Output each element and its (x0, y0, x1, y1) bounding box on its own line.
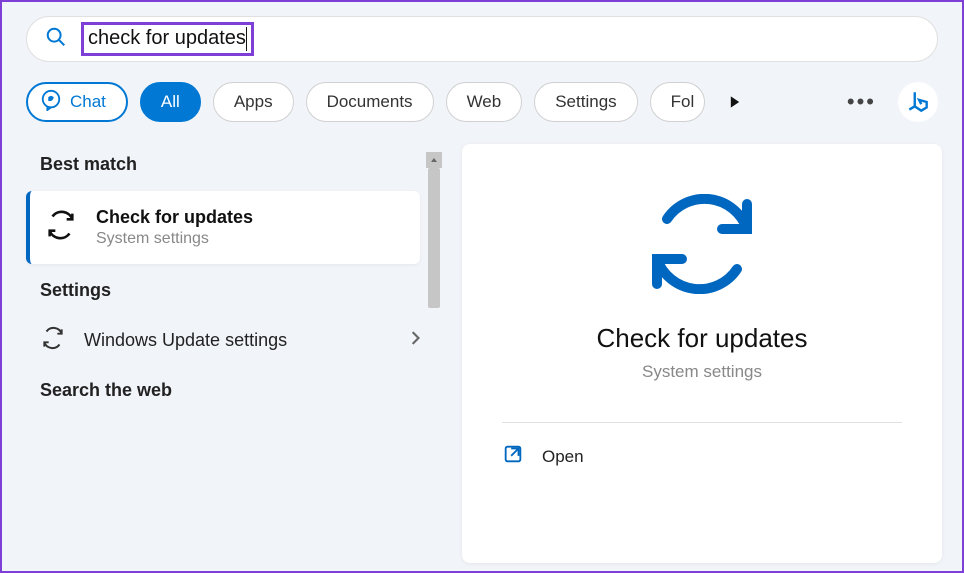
best-match-subtitle: System settings (96, 230, 253, 248)
search-bar[interactable]: check for updates (26, 16, 938, 62)
section-search-web: Search the web (2, 370, 442, 411)
detail-subtitle: System settings (642, 362, 762, 382)
detail-pane: Check for updates System settings Open (462, 144, 942, 563)
filter-apps[interactable]: Apps (213, 82, 294, 122)
main-content: Best match Check for updates System sett… (2, 144, 962, 563)
filter-web[interactable]: Web (446, 82, 523, 122)
open-external-icon (502, 443, 524, 470)
best-match-result[interactable]: Check for updates System settings (26, 191, 420, 264)
section-best-match: Best match (2, 144, 442, 185)
filter-folders[interactable]: Fol (650, 82, 706, 122)
best-match-text: Check for updates System settings (96, 207, 253, 248)
results-pane: Best match Check for updates System sett… (2, 144, 442, 563)
chat-button[interactable]: Chat (26, 82, 128, 122)
settings-item-windows-update[interactable]: Windows Update settings (2, 311, 442, 370)
settings-item-label: Windows Update settings (84, 330, 392, 351)
search-icon (45, 26, 67, 53)
more-options-button[interactable]: ••• (837, 89, 886, 115)
sync-icon (44, 208, 78, 247)
detail-title: Check for updates (596, 323, 807, 354)
chat-label: Chat (70, 92, 106, 112)
filters-scroll-right[interactable] (723, 90, 747, 114)
filter-all[interactable]: All (140, 82, 201, 122)
section-settings: Settings (2, 270, 442, 311)
filter-documents[interactable]: Documents (306, 82, 434, 122)
text-caret (246, 27, 247, 51)
search-input[interactable]: check for updates (88, 27, 246, 49)
sync-icon (40, 325, 66, 356)
open-label: Open (542, 447, 584, 467)
open-action[interactable]: Open (502, 423, 902, 490)
sync-icon-large (642, 194, 762, 299)
filter-row: Chat All Apps Documents Web Settings Fol… (26, 82, 938, 122)
scroll-up-icon[interactable] (426, 152, 442, 168)
search-input-highlight: check for updates (81, 22, 254, 57)
bing-chat-icon (40, 89, 62, 116)
scroll-thumb[interactable] (428, 168, 440, 308)
chevron-right-icon (410, 331, 420, 350)
bing-logo[interactable] (898, 82, 938, 122)
results-scrollbar[interactable] (426, 152, 442, 563)
best-match-title: Check for updates (96, 207, 253, 228)
filter-settings[interactable]: Settings (534, 82, 637, 122)
